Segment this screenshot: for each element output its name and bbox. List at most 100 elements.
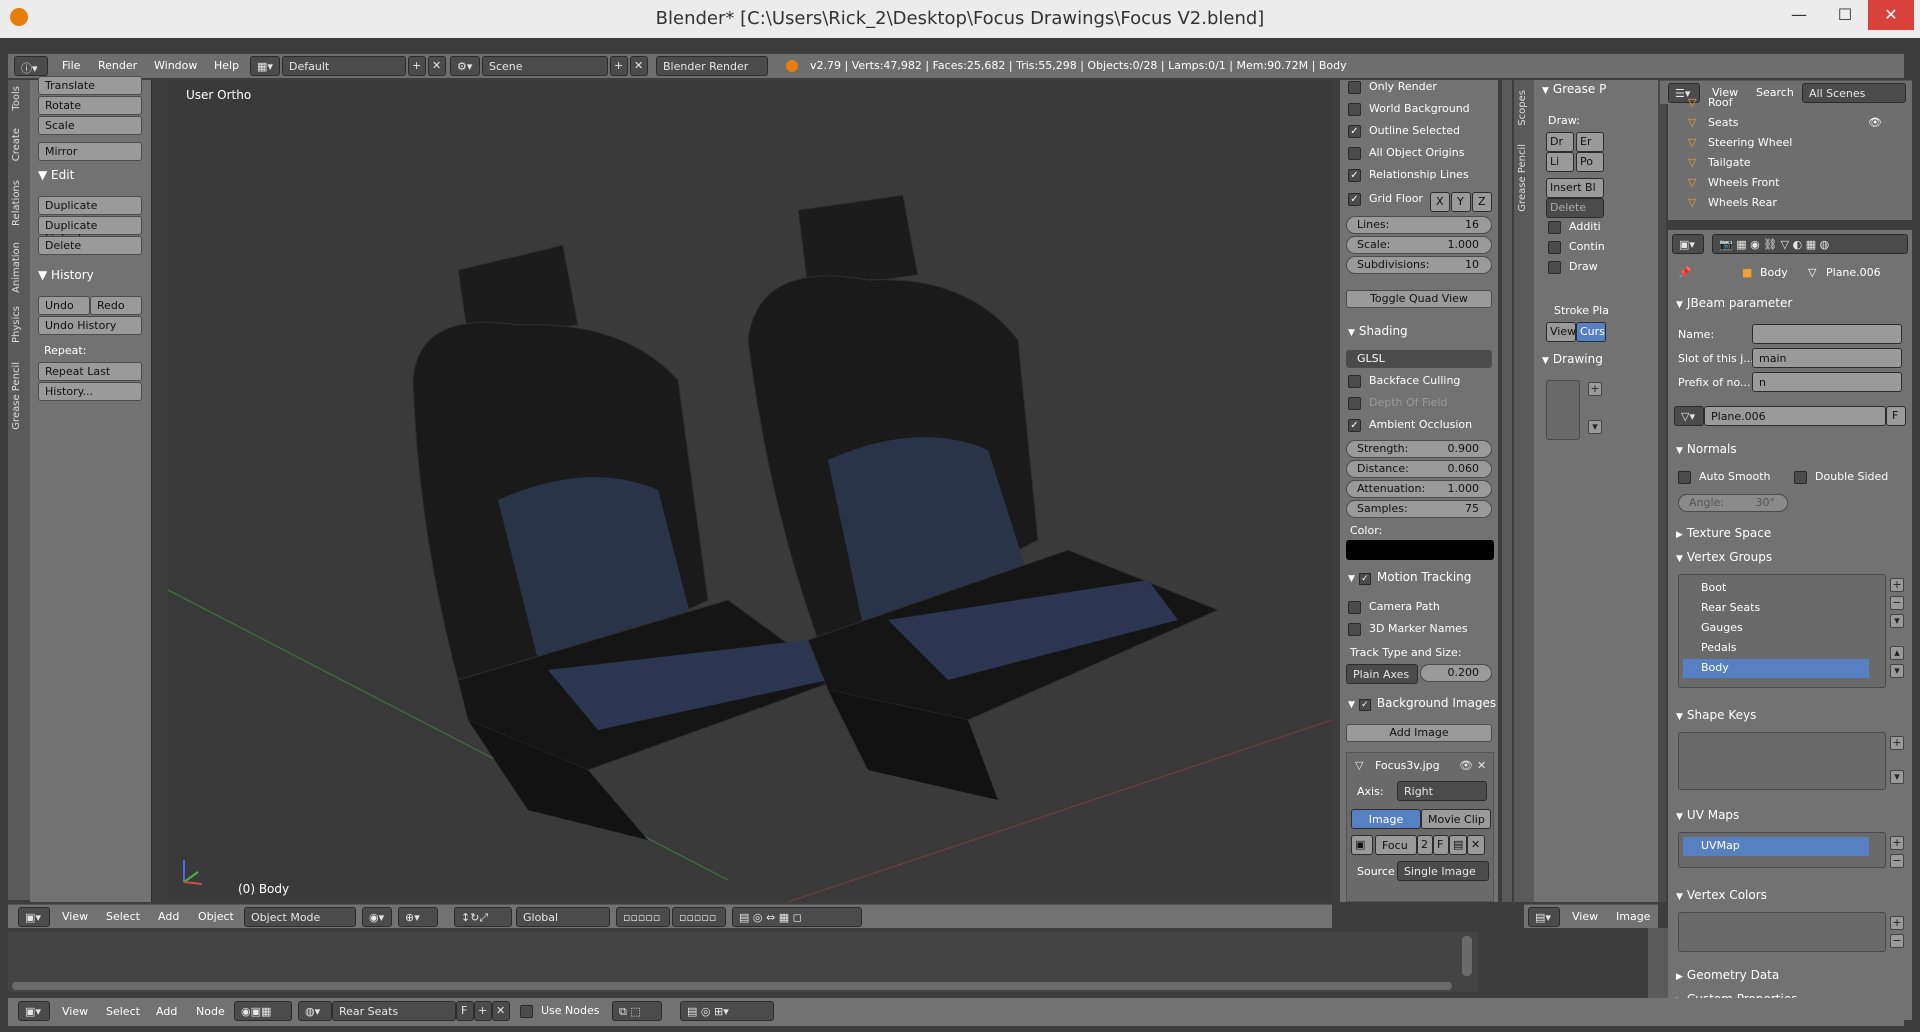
tab-animation[interactable]: Animation: [11, 242, 22, 293]
distance-field[interactable]: Distance: 0.060: [1346, 460, 1492, 478]
drawing-section-header[interactable]: ▼ Drawing: [1542, 352, 1603, 366]
npanel-scrollbar[interactable]: [1502, 80, 1512, 902]
tab-create[interactable]: Create: [11, 128, 22, 161]
axis-x-toggle[interactable]: X: [1430, 192, 1450, 212]
list-item[interactable]: Body: [1683, 659, 1869, 678]
jbeam-slot-input[interactable]: main: [1752, 348, 1902, 368]
gp-line-button[interactable]: Li: [1546, 152, 1574, 172]
camera-path-checkbox[interactable]: Camera Path: [1348, 600, 1440, 614]
menu-select[interactable]: Select: [106, 910, 140, 923]
list-item[interactable]: ▽ Steering Wheel: [1668, 136, 1912, 156]
grid-floor-checkbox[interactable]: ✓ Grid Floor: [1348, 192, 1423, 206]
background-images-header[interactable]: ▼ ✓ Background Images: [1348, 696, 1496, 711]
gp-delete-button[interactable]: Delete: [1546, 198, 1604, 218]
layer-menu-icon[interactable]: ▾: [1588, 420, 1602, 434]
eye-icon[interactable]: 👁: [1459, 759, 1473, 772]
tab-physics[interactable]: Physics: [11, 306, 22, 343]
motion-tracking-header[interactable]: ▼ ✓ Motion Tracking: [1348, 570, 1471, 585]
editor-type-icon[interactable]: ⓘ▾: [14, 56, 48, 76]
marker-names-checkbox[interactable]: 3D Marker Names: [1348, 622, 1468, 636]
menu-view[interactable]: View: [62, 910, 88, 923]
close-button[interactable]: ✕: [1868, 0, 1914, 30]
translate-button[interactable]: Translate: [38, 76, 142, 95]
menu-render[interactable]: Render: [98, 59, 137, 72]
gp-erase-button[interactable]: Er: [1576, 132, 1604, 152]
editor-type-icon[interactable]: ▣▾: [18, 907, 50, 927]
mesh-browse-icon[interactable]: ▽▾: [1674, 406, 1704, 426]
close-icon[interactable]: ✕: [1477, 759, 1486, 772]
vgroup-menu-icon[interactable]: ▾: [1890, 614, 1904, 628]
timeline-vscroll[interactable]: [1462, 936, 1472, 976]
vertex-groups-header[interactable]: ▼ Vertex Groups: [1676, 550, 1772, 564]
list-item[interactable]: Pedals: [1683, 639, 1869, 658]
move-up-icon[interactable]: ▴: [1890, 646, 1904, 660]
editor-type-icon[interactable]: ▣▾: [1672, 234, 1704, 254]
attenuation-field[interactable]: Attenuation: 1.000: [1346, 480, 1492, 498]
pin-icon[interactable]: 📌: [1678, 266, 1692, 279]
manipulator-icons[interactable]: ↕↻⤢: [454, 907, 512, 927]
image-open-icon[interactable]: ▤: [1449, 835, 1467, 855]
ambient-occlusion-checkbox[interactable]: ✓ Ambient Occlusion: [1348, 418, 1472, 432]
normals-section-header[interactable]: ▼ Normals: [1676, 442, 1737, 456]
render-engine-dropdown[interactable]: Blender Render: [656, 56, 768, 76]
track-type-dropdown[interactable]: Plain Axes: [1346, 664, 1418, 684]
snap-tools-icons[interactable]: ▤ ◎ ⇔ ▦ ◻: [732, 907, 862, 927]
remove-vgroup-icon[interactable]: −: [1890, 596, 1904, 610]
timeline-area[interactable]: [8, 932, 1478, 992]
list-item[interactable]: UVMap: [1683, 837, 1869, 856]
backface-culling-checkbox[interactable]: Backface Culling: [1348, 374, 1460, 388]
unlink-material-icon[interactable]: ✕: [492, 1001, 510, 1021]
add-layout-icon[interactable]: +: [408, 56, 426, 76]
delete-button[interactable]: Delete: [38, 236, 142, 255]
eye-icon[interactable]: 👁: [1868, 116, 1882, 129]
undo-button[interactable]: Undo: [38, 296, 90, 315]
strength-field[interactable]: Strength: 0.900: [1346, 440, 1492, 458]
gp-additive-checkbox[interactable]: Additi: [1548, 220, 1601, 234]
source-dropdown[interactable]: Single Image: [1397, 861, 1489, 881]
list-item[interactable]: ▽ Tailgate: [1668, 156, 1912, 176]
side-scroll[interactable]: [1648, 928, 1668, 998]
gp-continuous-checkbox[interactable]: Contin: [1548, 240, 1605, 254]
menu-window[interactable]: Window: [154, 59, 197, 72]
menu-view[interactable]: View: [62, 1005, 88, 1018]
shading-mode-dropdown[interactable]: GLSL: [1346, 350, 1492, 368]
add-image-button[interactable]: Add Image: [1346, 724, 1492, 742]
move-down-icon[interactable]: ▾: [1890, 664, 1904, 678]
tab-image[interactable]: Image: [1351, 809, 1421, 829]
shape-keys-header[interactable]: ▼ Shape Keys: [1676, 708, 1756, 722]
tab-grease-pencil[interactable]: Grease Pencil: [11, 362, 22, 430]
gpanel-scrollbar[interactable]: [1658, 80, 1666, 902]
image-browse-icon[interactable]: ▣: [1351, 835, 1373, 855]
list-item[interactable]: ▽ Wheels Rear: [1668, 196, 1912, 216]
scene-icon[interactable]: ⚙▾: [450, 56, 480, 76]
tab-movie-clip[interactable]: Movie Clip: [1421, 809, 1491, 829]
scale-button[interactable]: Scale: [38, 116, 142, 135]
maximize-button[interactable]: ☐: [1822, 0, 1868, 30]
subdivisions-field[interactable]: Subdivisions: 10: [1346, 256, 1492, 274]
menu-select[interactable]: Select: [106, 1005, 140, 1018]
scale-field[interactable]: Scale: 1.000: [1346, 236, 1492, 254]
geometry-data-header[interactable]: ▶ Geometry Data: [1676, 968, 1779, 982]
list-item[interactable]: Rear Seats: [1683, 599, 1869, 618]
jbeam-section-header[interactable]: ▼ JBeam parameter: [1676, 296, 1792, 310]
list-item[interactable]: ▽ Seats 👁: [1668, 116, 1912, 136]
screen-layout-icon[interactable]: ▦▾: [250, 56, 280, 76]
material-fake-user[interactable]: F: [456, 1001, 474, 1021]
context-tabs-icons[interactable]: 📷 ▦ ◉ ⛓ ▽ ◐ ▦ ◍: [1712, 234, 1908, 254]
snap-icons[interactable]: ▤ ◎ ⊞▾: [680, 1001, 774, 1021]
all-origins-checkbox[interactable]: All Object Origins: [1348, 146, 1464, 160]
gp-draw-button[interactable]: Dr: [1546, 132, 1574, 152]
node-tree-type-icons[interactable]: ◉▣▦: [234, 1001, 292, 1021]
grease-pencil-header[interactable]: ▼ Grease P: [1542, 82, 1606, 96]
toggle-quad-view-button[interactable]: Toggle Quad View: [1346, 290, 1492, 308]
menu-image[interactable]: Image: [1616, 910, 1650, 923]
tab-relations[interactable]: Relations: [11, 180, 22, 226]
remove-layout-icon[interactable]: ✕: [428, 56, 446, 76]
orientation-dropdown[interactable]: Global: [516, 907, 610, 927]
double-sided-checkbox[interactable]: Double Sided: [1794, 470, 1888, 484]
axis-y-toggle[interactable]: Y: [1451, 192, 1471, 212]
layout-field[interactable]: Default: [282, 56, 406, 76]
undo-history-button[interactable]: Undo History: [38, 316, 142, 335]
shape-key-menu-icon[interactable]: ▾: [1890, 770, 1904, 784]
pivot-icon[interactable]: ⊕▾: [398, 907, 438, 927]
